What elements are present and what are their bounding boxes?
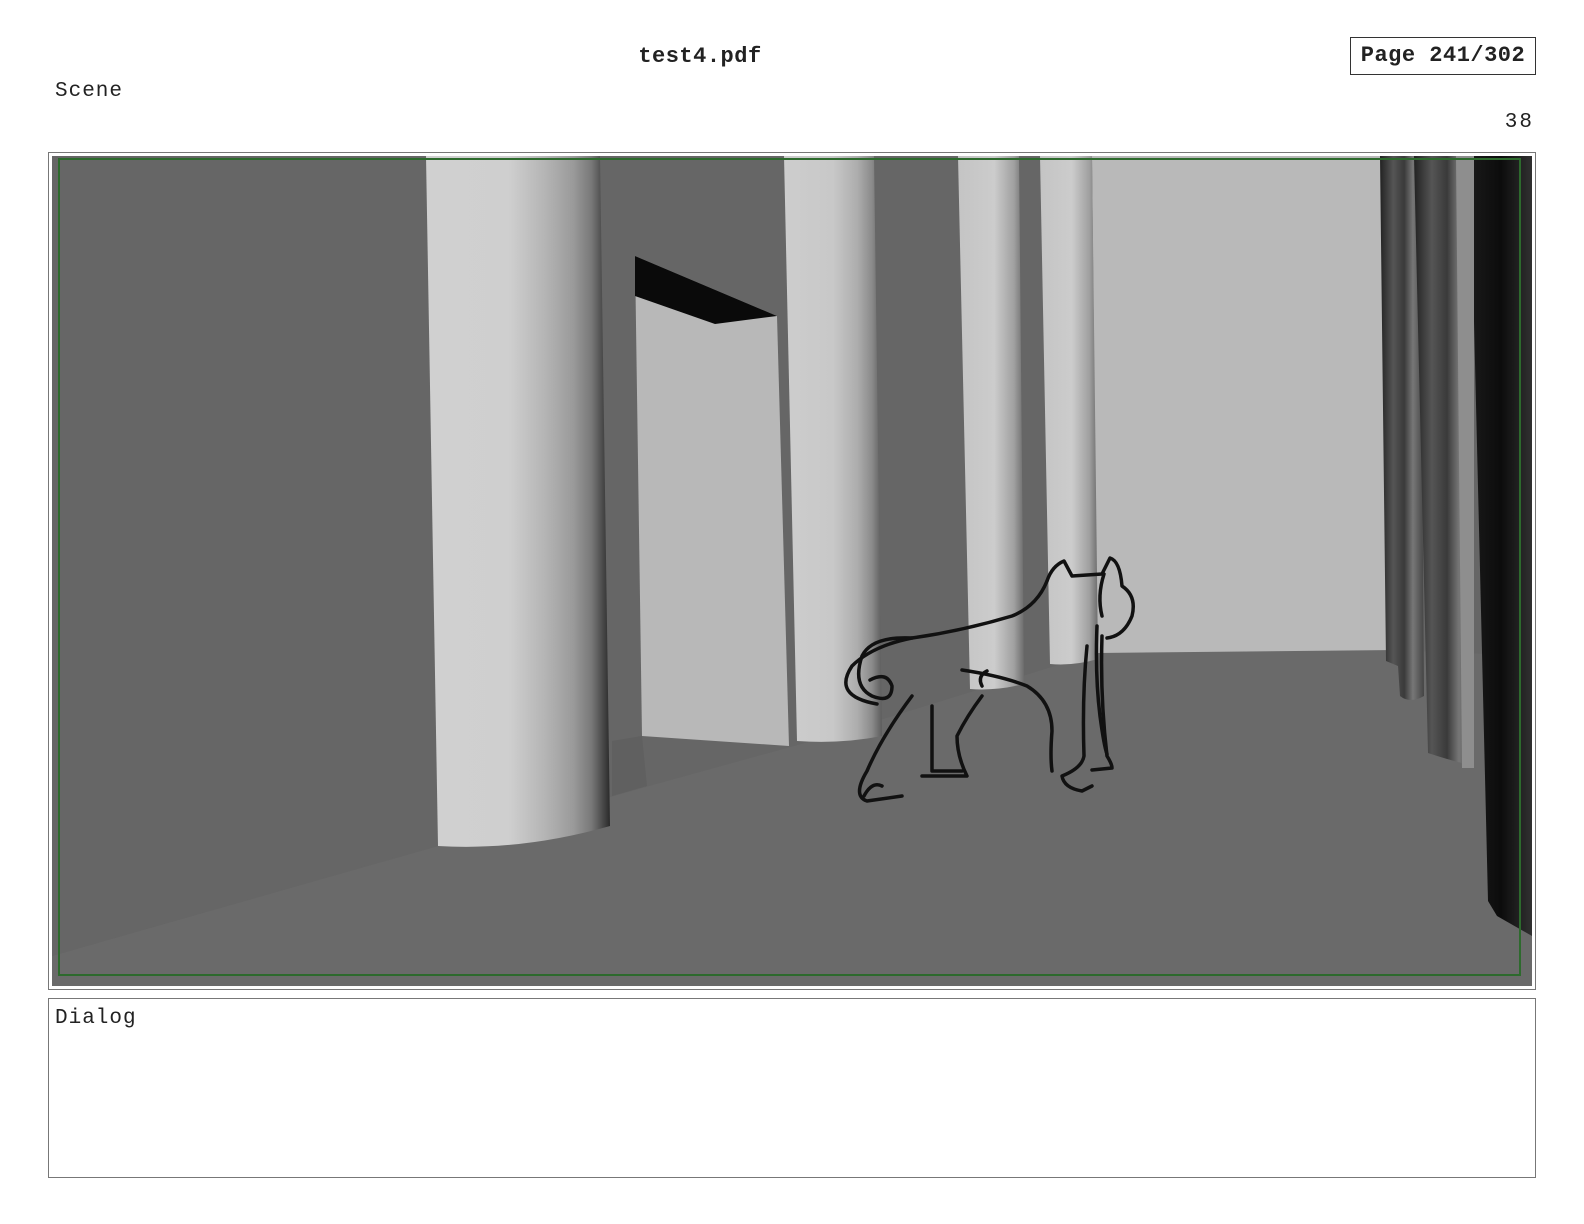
scene-render [52, 156, 1532, 986]
doorway-panel [635, 256, 789, 746]
light-wall [1092, 156, 1397, 653]
page-indicator: Page 241/302 [1350, 37, 1536, 75]
column-left [426, 156, 610, 847]
panel-number: 38 [1504, 111, 1534, 134]
document-title: test4.pdf [638, 44, 762, 69]
dialog-label: Dialog [55, 1007, 137, 1030]
storyboard-frame [48, 152, 1536, 990]
storyboard-frame-image [52, 156, 1532, 986]
scene-label: Scene [55, 80, 124, 103]
left-wall [52, 156, 432, 956]
column-center-right [1040, 156, 1098, 665]
doorway-base [612, 736, 647, 796]
dialog-box: Dialog [48, 998, 1536, 1178]
